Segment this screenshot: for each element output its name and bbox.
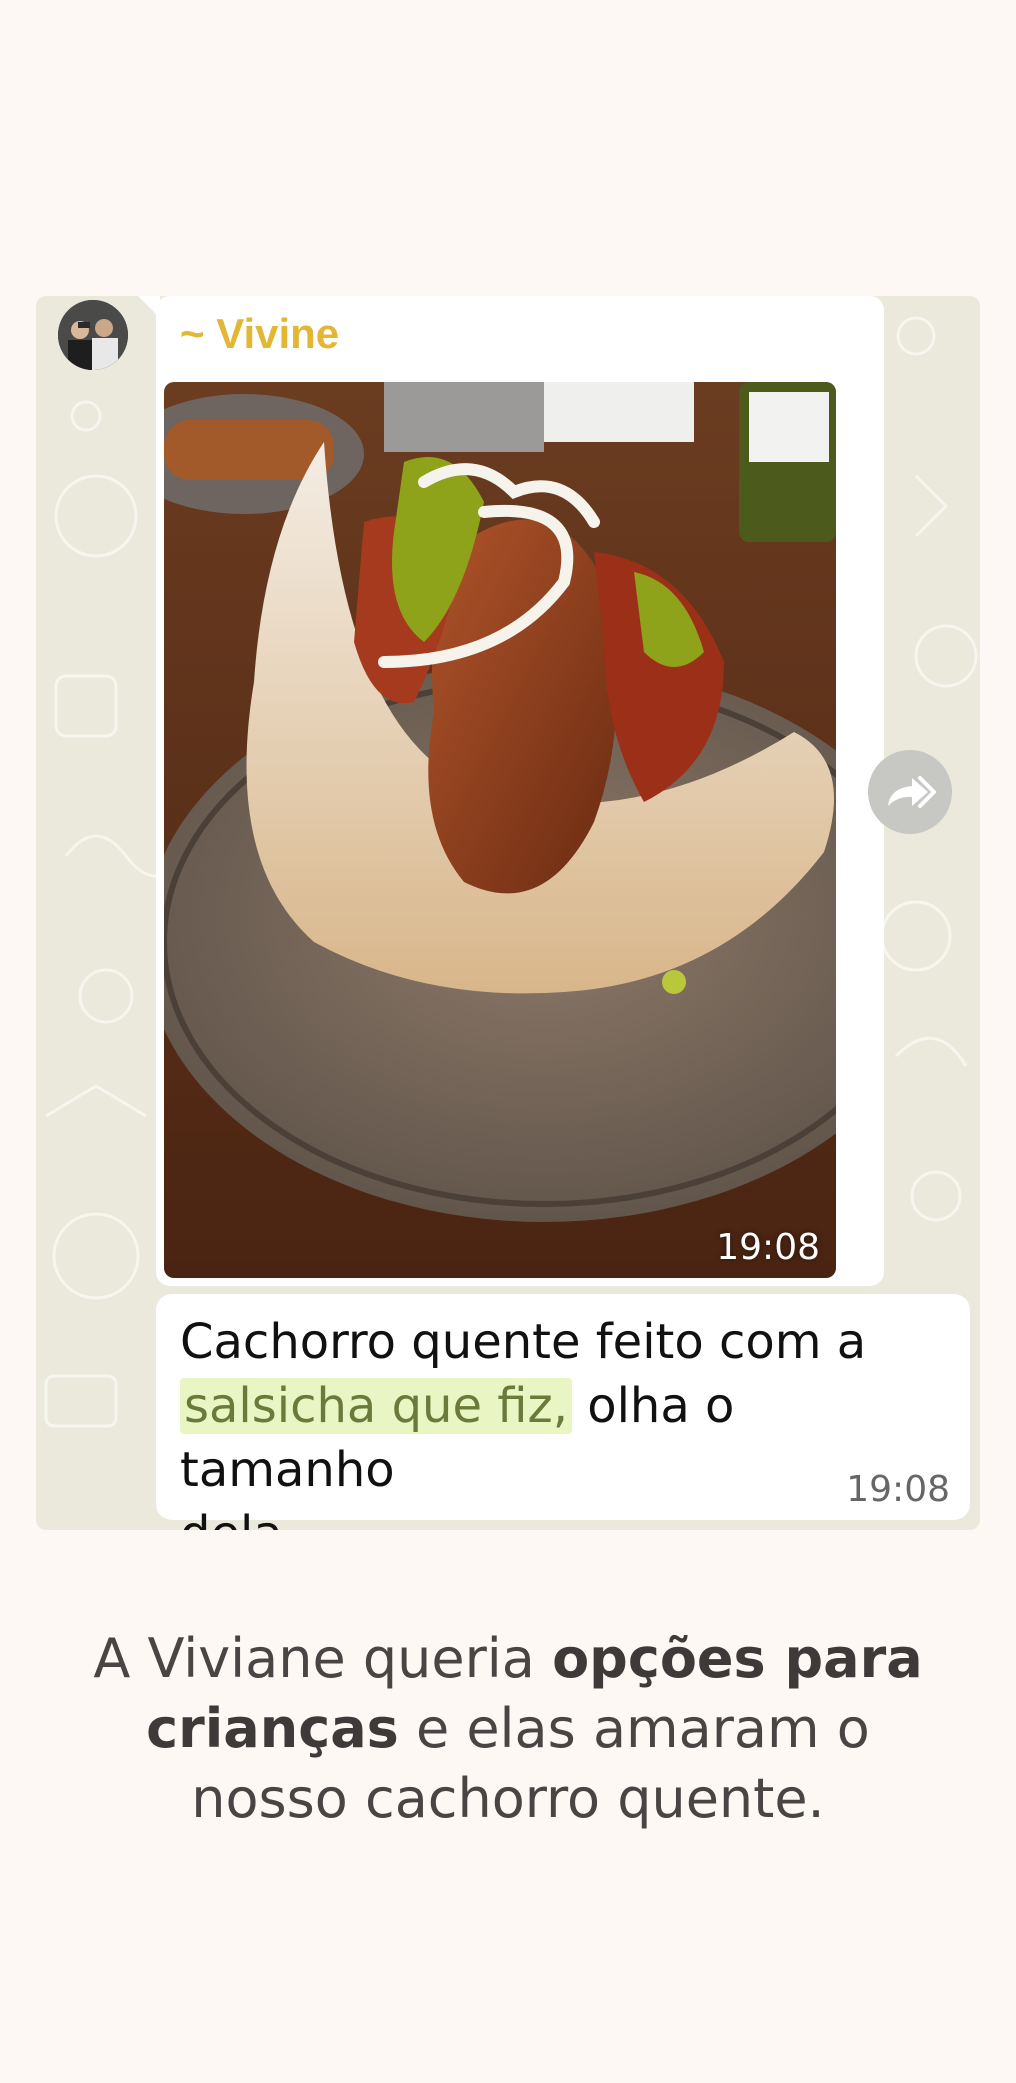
caption-bold-1: opções para	[552, 1627, 923, 1690]
message-timestamp: 19:08	[846, 1469, 950, 1510]
avatar[interactable]	[58, 300, 128, 370]
message-highlight: salsicha que fiz,	[180, 1378, 572, 1434]
chat-screenshot: ~ Vivine 19:08 Cachorro quente feito com…	[36, 296, 980, 1530]
caption-text: A Viviane queria opções para crianças e …	[60, 1624, 956, 1834]
caption-part-1: A Viviane queria	[93, 1627, 553, 1690]
forward-icon	[888, 776, 936, 808]
photo-timestamp: 19:08	[716, 1227, 820, 1268]
message-line-3: dela.	[180, 1506, 298, 1530]
caption-part-3: nosso cachorro quente.	[191, 1767, 825, 1830]
sender-name: ~ Vivine	[180, 310, 340, 357]
message-line-1: Cachorro quente feito com a	[180, 1314, 867, 1370]
text-message-bubble: Cachorro quente feito com a salsicha que…	[156, 1294, 970, 1530]
hot-dog-photo[interactable]: 19:08	[164, 382, 836, 1278]
caption-bold-2: crianças	[146, 1697, 399, 1760]
message-text: Cachorro quente feito com a salsicha que…	[180, 1310, 950, 1530]
caption-part-2: e elas amaram o	[398, 1697, 870, 1760]
image-message-bubble: ~ Vivine 19:08	[138, 296, 884, 1286]
forward-button[interactable]	[868, 750, 952, 834]
